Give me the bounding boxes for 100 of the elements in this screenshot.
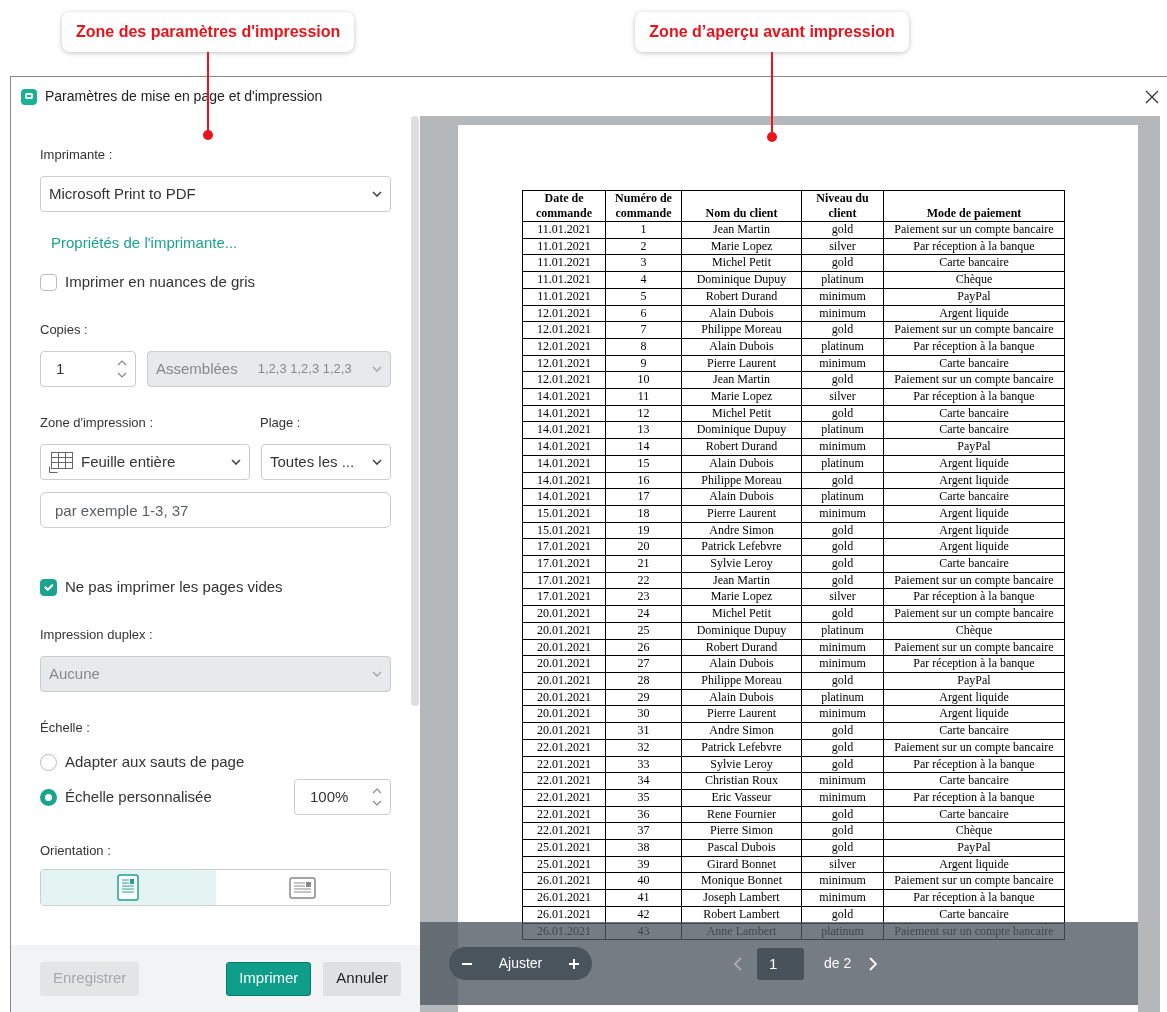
checkbox-label: Ne pas imprimer les pages vides (65, 577, 283, 597)
table-cell: Carte bancaire (883, 722, 1065, 740)
column-header: Nom du client (681, 190, 802, 222)
table-cell: 9 (605, 355, 682, 372)
table-cell: Paiement sur un compte bancaire (883, 221, 1065, 239)
table-cell: Alain Dubois (681, 455, 802, 473)
table-cell: platinum (801, 622, 884, 640)
table-cell: 32 (605, 739, 682, 756)
table-cell: 20.01.2021 (522, 689, 606, 706)
table-cell: 11.01.2021 (522, 238, 606, 255)
table-cell: Alain Dubois (681, 338, 802, 356)
table-cell: Michel Petit (681, 254, 802, 272)
table-cell: Sylvie Leroy (681, 756, 802, 773)
table-cell: 3 (605, 254, 682, 272)
range-select[interactable]: Toutes les ... (261, 444, 391, 480)
scrollbar-thumb[interactable] (411, 116, 419, 706)
table-cell: Alain Dubois (681, 655, 802, 673)
table-cell: 17.01.2021 (522, 538, 606, 556)
duplex-select: Aucune (40, 656, 391, 692)
chevron-left-icon (734, 956, 742, 971)
table-cell: 30 (605, 705, 682, 723)
pages-input-field[interactable]: par exemple 1-3, 37 (40, 492, 391, 528)
chevron-down-icon (372, 366, 382, 372)
table-cell: 20.01.2021 (522, 639, 606, 656)
table-cell: Carte bancaire (883, 421, 1065, 439)
table-cell: Marie Lopez (681, 588, 802, 606)
table-cell: 11.01.2021 (522, 221, 606, 239)
table-cell: 8 (605, 338, 682, 356)
table-cell: 20.01.2021 (522, 705, 606, 723)
skip-blank-checkbox[interactable] (40, 578, 57, 596)
table-cell: Patrick Lefebvre (681, 538, 802, 556)
table-cell: 39 (605, 856, 682, 873)
field-label: Copies : (40, 321, 89, 339)
table-cell: Alain Dubois (681, 305, 802, 322)
dialog-button[interactable]: Annuler (323, 961, 401, 996)
table-cell: 24 (605, 605, 682, 623)
printer-select[interactable]: Microsoft Print to PDF (40, 176, 391, 212)
table-cell: Alain Dubois (681, 488, 802, 506)
field-label: Imprimante : (40, 146, 114, 164)
table-cell: minimum (801, 505, 884, 523)
scale-radio[interactable] (40, 788, 57, 806)
table-cell: 27 (605, 655, 682, 673)
table-cell: 22.01.2021 (522, 772, 606, 790)
table-cell: Andre Simon (681, 522, 802, 539)
table-cell: gold (801, 254, 884, 272)
table-cell: Dominique Dupuy (681, 622, 802, 640)
table-cell: Paiement sur un compte bancaire (883, 872, 1065, 890)
table-cell: 7 (605, 321, 682, 339)
table-cell: 20.01.2021 (522, 722, 606, 740)
table-cell: 6 (605, 305, 682, 322)
page-number-field[interactable]: 1 (757, 947, 804, 980)
table-cell: Argent liquide (883, 522, 1065, 539)
landscape-page-icon (289, 876, 317, 899)
table-cell: platinum (801, 689, 884, 706)
table-cell: Jean Martin (681, 221, 802, 239)
table-cell: 23 (605, 588, 682, 606)
table-cell: Philippe Moreau (681, 672, 802, 690)
table-cell: 12.01.2021 (522, 371, 606, 389)
table-cell: Dominique Dupuy (681, 271, 802, 289)
table-cell: 20.01.2021 (522, 605, 606, 623)
table-cell: minimum (801, 438, 884, 456)
table-cell: PayPal (883, 438, 1065, 456)
table-cell: 11 (605, 388, 682, 406)
table-cell: Philippe Moreau (681, 321, 802, 339)
grayscale-checkbox[interactable] (40, 273, 57, 291)
column-header: Date de commande (522, 190, 606, 222)
table-cell: 12 (605, 405, 682, 422)
table-cell: 15.01.2021 (522, 505, 606, 523)
table-cell: gold (801, 822, 884, 840)
table-cell: PayPal (883, 839, 1065, 857)
scale-radio[interactable] (40, 753, 57, 771)
table-cell: 26.01.2021 (522, 872, 606, 890)
table-cell: 11.01.2021 (522, 254, 606, 272)
table-cell: Chèque (883, 271, 1065, 289)
table-cell: 2 (605, 238, 682, 255)
table-cell: Par réception à la banque (883, 789, 1065, 807)
table-cell: 17 (605, 488, 682, 506)
table-cell: Pierre Laurent (681, 705, 802, 723)
scale-spinner[interactable]: 100% (294, 779, 391, 815)
table-cell: Robert Durand (681, 639, 802, 656)
print-area-select[interactable]: Feuille entière (40, 444, 250, 480)
portrait-button[interactable] (41, 870, 216, 905)
table-cell: Girard Bonnet (681, 856, 802, 873)
copies-spinner[interactable]: 1 (40, 351, 136, 387)
table-cell: gold (801, 672, 884, 690)
table-cell: gold (801, 472, 884, 489)
table-cell: 14.01.2021 (522, 405, 606, 422)
chevron-down-icon (231, 459, 241, 465)
table-cell: Argent liquide (883, 305, 1065, 322)
table-cell: 14.01.2021 (522, 421, 606, 439)
chevron-down-icon (372, 191, 382, 197)
annotation-callout: Zone d’aperçu avant impression (635, 12, 909, 52)
table-cell: 20 (605, 538, 682, 556)
table-cell: 29 (605, 689, 682, 706)
table-cell: Rene Fournier (681, 806, 802, 823)
table-cell: 20.01.2021 (522, 655, 606, 673)
table-cell: Carte bancaire (883, 772, 1065, 790)
column-header: Numéro de commande (605, 190, 682, 222)
table-cell: gold (801, 371, 884, 389)
table-cell: minimum (801, 772, 884, 790)
